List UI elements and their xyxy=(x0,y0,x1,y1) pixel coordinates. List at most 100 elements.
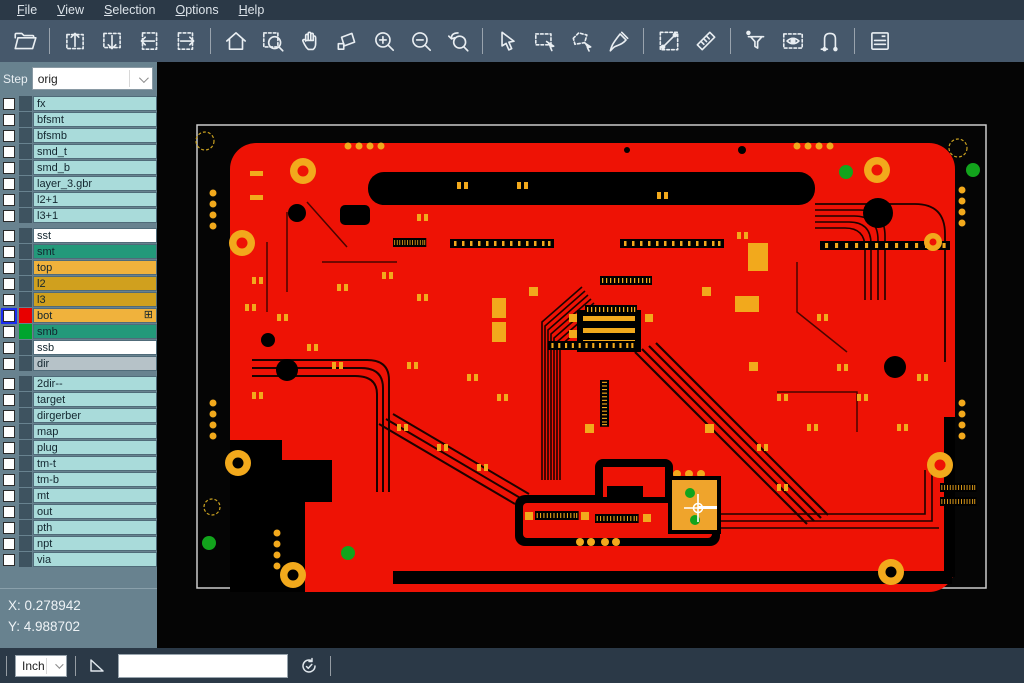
layer-label[interactable]: via xyxy=(33,552,157,567)
layer-checkbox[interactable] xyxy=(3,194,15,206)
layer-checkbox[interactable] xyxy=(3,130,15,142)
shift-left-button[interactable] xyxy=(130,23,167,59)
layer-row-smd_b[interactable]: smd_b xyxy=(0,160,157,175)
sync-button[interactable] xyxy=(296,653,322,679)
layer-swatch[interactable] xyxy=(19,340,32,355)
route-path-button[interactable] xyxy=(811,23,848,59)
shift-up-button[interactable] xyxy=(56,23,93,59)
layer-swatch[interactable] xyxy=(19,128,32,143)
layer-row-dir[interactable]: dir xyxy=(0,356,157,371)
select-polygon-button[interactable] xyxy=(563,23,600,59)
layer-row-l3[interactable]: l3 xyxy=(0,292,157,307)
layer-label[interactable]: l3 xyxy=(33,292,157,307)
layers-panel-button[interactable] xyxy=(861,23,898,59)
view-area-button[interactable] xyxy=(774,23,811,59)
layer-swatch[interactable] xyxy=(19,504,32,519)
layer-swatch[interactable] xyxy=(19,536,32,551)
measure-ruler-button[interactable] xyxy=(687,23,724,59)
layer-row-sst[interactable]: sst xyxy=(0,228,157,243)
layer-row-map[interactable]: map xyxy=(0,424,157,439)
layer-label[interactable]: mt xyxy=(33,488,157,503)
home-view-button[interactable] xyxy=(217,23,254,59)
menu-selection[interactable]: Selection xyxy=(95,1,164,19)
angle-corner-button[interactable] xyxy=(84,653,110,679)
layer-swatch[interactable] xyxy=(19,440,32,455)
open-button[interactable] xyxy=(6,23,43,59)
layer-row-bot[interactable]: bot⊞ xyxy=(0,308,157,323)
layer-row-smt[interactable]: smt xyxy=(0,244,157,259)
layer-row-target[interactable]: target xyxy=(0,392,157,407)
layer-swatch[interactable] xyxy=(19,192,32,207)
layer-checkbox[interactable] xyxy=(3,474,15,486)
layer-label[interactable]: tm-t xyxy=(33,456,157,471)
layer-swatch[interactable] xyxy=(19,376,32,391)
command-input[interactable] xyxy=(118,654,288,678)
layer-checkbox[interactable] xyxy=(3,278,15,290)
clean-brush-button[interactable] xyxy=(600,23,637,59)
layer-row-2dir[interactable]: 2dir-- xyxy=(0,376,157,391)
layer-label[interactable]: smb xyxy=(33,324,157,339)
layer-row-fx[interactable]: fx xyxy=(0,96,157,111)
layer-swatch[interactable] xyxy=(19,260,32,275)
layer-row-smd_t[interactable]: smd_t xyxy=(0,144,157,159)
select-pointer-button[interactable] xyxy=(489,23,526,59)
layer-checkbox[interactable] xyxy=(3,114,15,126)
layer-label[interactable]: l3+1 xyxy=(33,208,157,223)
shift-right-button[interactable] xyxy=(167,23,204,59)
layer-label[interactable]: l2 xyxy=(33,276,157,291)
layer-label[interactable]: l2+1 xyxy=(33,192,157,207)
layer-checkbox[interactable] xyxy=(3,426,15,438)
layer-label[interactable]: 2dir-- xyxy=(33,376,157,391)
layer-swatch[interactable] xyxy=(19,552,32,567)
layer-swatch[interactable] xyxy=(19,176,32,191)
layer-row-l2[interactable]: l2 xyxy=(0,276,157,291)
layer-swatch[interactable] xyxy=(19,488,32,503)
layer-label[interactable]: smd_b xyxy=(33,160,157,175)
layer-checkbox[interactable] xyxy=(3,146,15,158)
layer-row-layer_3[interactable]: layer_3.gbr xyxy=(0,176,157,191)
layer-checkbox[interactable] xyxy=(3,326,15,338)
layer-row-smb[interactable]: smb xyxy=(0,324,157,339)
layer-label[interactable]: bfsmt xyxy=(33,112,157,127)
menu-view[interactable]: View xyxy=(48,1,93,19)
layer-row-out[interactable]: out xyxy=(0,504,157,519)
shift-down-button[interactable] xyxy=(93,23,130,59)
layer-checkbox[interactable] xyxy=(3,442,15,454)
layer-label[interactable]: out xyxy=(33,504,157,519)
layer-row-mt[interactable]: mt xyxy=(0,488,157,503)
layer-swatch[interactable] xyxy=(19,324,32,339)
layer-row-top[interactable]: top xyxy=(0,260,157,275)
layer-swatch[interactable] xyxy=(19,160,32,175)
layer-swatch[interactable] xyxy=(19,308,32,323)
layer-row-dirgerber[interactable]: dirgerber xyxy=(0,408,157,423)
zoom-window-button[interactable] xyxy=(254,23,291,59)
layer-checkbox[interactable] xyxy=(3,262,15,274)
layer-label[interactable]: dirgerber xyxy=(33,408,157,423)
menu-help[interactable]: Help xyxy=(230,1,274,19)
layer-swatch[interactable] xyxy=(19,520,32,535)
layer-label[interactable]: target xyxy=(33,392,157,407)
select-rectangle-button[interactable] xyxy=(526,23,563,59)
layer-label[interactable]: plug xyxy=(33,440,157,455)
layer-swatch[interactable] xyxy=(19,112,32,127)
layer-label[interactable]: bfsmb xyxy=(33,128,157,143)
zoom-in-button[interactable] xyxy=(365,23,402,59)
layer-row-npt[interactable]: npt xyxy=(0,536,157,551)
layer-checkbox[interactable] xyxy=(3,294,15,306)
layer-swatch[interactable] xyxy=(19,276,32,291)
zoom-previous-button[interactable] xyxy=(439,23,476,59)
filter-button[interactable] xyxy=(737,23,774,59)
layer-row-ssb[interactable]: ssb xyxy=(0,340,157,355)
layer-swatch[interactable] xyxy=(19,292,32,307)
layer-label[interactable]: sst xyxy=(33,228,157,243)
layer-row-l3p1[interactable]: l3+1 xyxy=(0,208,157,223)
layer-row-plug[interactable]: plug xyxy=(0,440,157,455)
layer-swatch[interactable] xyxy=(19,472,32,487)
layer-checkbox[interactable] xyxy=(3,490,15,502)
menu-file[interactable]: File xyxy=(8,1,46,19)
layer-row-l2p1[interactable]: l2+1 xyxy=(0,192,157,207)
layer-label[interactable]: top xyxy=(33,260,157,275)
layer-row-tm-t[interactable]: tm-t xyxy=(0,456,157,471)
layer-checkbox[interactable] xyxy=(3,506,15,518)
layer-checkbox[interactable] xyxy=(3,358,15,370)
